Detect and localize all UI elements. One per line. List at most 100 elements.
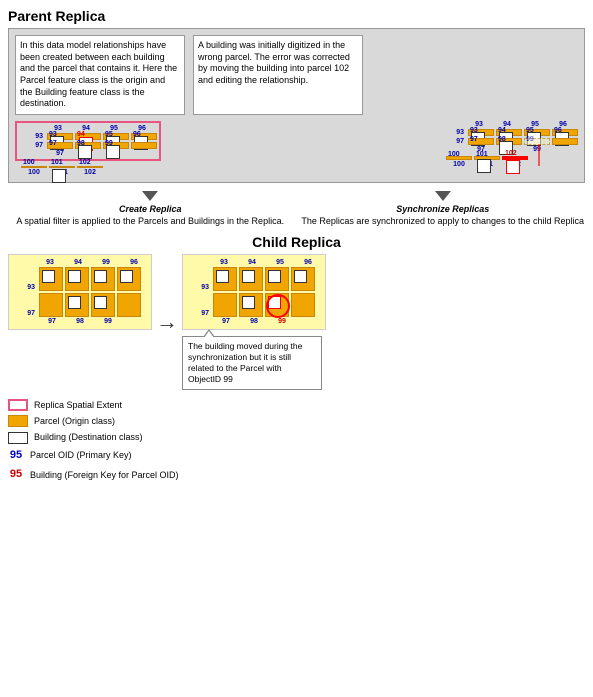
create-replica-block: Create Replica A spatial filter is appli… [8,189,293,227]
cr-parcel-96 [291,267,315,291]
r-parcel-94: 94 [496,129,522,136]
parcel-num-94: 94 [77,131,85,138]
parcel-num-100: 100 [23,159,35,166]
r-bot-num-100: 100 [446,161,472,168]
legend-red-row: 95 Building (Foreign Key for Parcel OID) [8,466,585,484]
c-parcel-empty [117,293,141,317]
parcel-100: 100 [21,166,47,168]
parcel-num-102: 102 [79,159,91,166]
bot-num-102: 102 [77,169,103,176]
building-101 [52,169,66,183]
legend-red-num: 95 [8,466,24,484]
info-right: A building was initially digitized in th… [193,35,363,115]
parcel-num-95: 95 [105,131,113,138]
legend-blue-desc: Parcel OID (Primary Key) [30,448,132,462]
cr-parcel-94 [239,267,263,291]
cr-parcel-97 [213,293,237,317]
r-parcel-empty-r [552,138,578,145]
parent-right-diagram: 93 94 95 96 93 93 94 [440,121,578,176]
parcel-97: 97 [47,142,73,149]
legend-pink-swatch [8,399,28,411]
info-left: In this data model relationships have be… [15,35,185,115]
legend-white-label: Building (Destination class) [34,430,143,444]
parcel-102: 102 [77,166,103,168]
legend-blue-num: 95 [8,447,24,465]
parcel-94: 94 [75,133,101,140]
r-building-101 [477,159,491,173]
r-parcel-101: 101 [474,156,500,160]
legend-blue-row: 95 Parcel OID (Primary Key) [8,447,585,465]
legend-white-swatch [8,432,28,444]
r-row-label-93: 93 [440,129,466,136]
legend-orange-row: Parcel (Origin class) [8,414,585,428]
parcel-num-101: 101 [51,159,63,166]
r-parcel-num-102-red: 102 [505,150,517,157]
sync-replica-label: Synchronize Replicas The Replicas are sy… [301,204,584,227]
parcel-num-97-inner: 97 [49,140,57,147]
c-parcel-99 [91,293,115,317]
r-parcel-num-97: 97 [470,136,478,143]
child-arrow-right: → [156,309,178,335]
parent-replica-title: Parent Replica [8,8,585,24]
r-parcel-num-101: 101 [476,151,488,158]
building-98 [78,145,92,159]
parcel-96: 96 [131,133,157,140]
r-parcel-96: 96 [552,129,578,136]
parcel-num-98: 98 [77,140,85,147]
r-parcel-93: 93 [468,129,494,136]
parent-left-diagram: 93 94 95 96 93 93 94 [15,121,161,176]
c-parcel-96 [117,267,141,291]
child-info-bubble: The building moved during the synchroniz… [182,336,322,390]
building-99 [106,145,120,159]
child-right-wrapper: 93 94 95 96 93 [182,254,326,390]
r-building-102 [506,160,520,174]
r-parcel-num-96: 96 [554,127,562,134]
r-parcel-99-dashed: 99 [524,138,550,145]
r-parcel-95: 95 [524,129,550,136]
parcel-empty-left [131,142,157,149]
c-parcel-94 [65,267,89,291]
parcel-num-93: 93 [49,131,57,138]
legend: Replica Spatial Extent Parcel (Origin cl… [8,398,585,484]
child-row: 93 94 99 96 93 [8,254,585,390]
c-parcel-95 [91,267,115,291]
create-replica-arrow [142,191,158,201]
c-parcel-93 [39,267,63,291]
parent-replica-box: In this data model relationships have be… [8,28,585,183]
parcel-num-99: 99 [105,140,113,147]
row-label-93: 93 [19,133,45,140]
legend-pink-row: Replica Spatial Extent [8,398,585,412]
bot-num-97: 97 [47,150,73,157]
parcel-99-left: 99 [103,142,129,149]
c-parcel-98 [65,293,89,317]
r-parcel-98: 98 [496,138,522,145]
legend-white-row: Building (Destination class) [8,430,585,444]
parcel-101: 101 [49,166,75,168]
child-info-bubble-wrapper: The building moved during the synchroniz… [182,336,326,390]
parcel-num-96: 96 [133,131,141,138]
sync-replica-block: Synchronize Replicas The Replicas are sy… [301,189,586,227]
r-parcel-num-98: 98 [498,136,506,143]
r-bot-num-99: 99 [524,146,550,153]
r-parcel-num-94: 94 [498,127,506,134]
child-replica-title: Child Replica [8,234,585,250]
row-label-97: 97 [19,142,45,149]
child-replica-section: Child Replica 93 94 99 96 93 [8,234,585,390]
child-right-diagram: 93 94 95 96 93 [182,254,326,330]
c-parcel-97 [39,293,63,317]
bot-num-100: 100 [21,169,47,176]
legend-orange-label: Parcel (Origin class) [34,414,115,428]
parcel-93: 93 [47,133,73,140]
r-parcel-num-99-dashed: 99 [526,136,534,143]
sync-replica-arrow [435,191,451,201]
legend-pink-label: Replica Spatial Extent [34,398,122,412]
arrows-section: Create Replica A spatial filter is appli… [8,189,585,227]
cr-parcel-95 [265,267,289,291]
cr-parcel-empty2 [291,293,315,317]
child-left-diagram: 93 94 99 96 93 [8,254,152,330]
r-parcel-102-highlighted: 102 [502,156,528,160]
cr-parcel-99 [265,293,289,317]
r-row-label-97: 97 [440,138,466,145]
legend-red-desc: Building (Foreign Key for Parcel OID) [30,468,179,482]
r-parcel-97: 97 [468,138,494,145]
